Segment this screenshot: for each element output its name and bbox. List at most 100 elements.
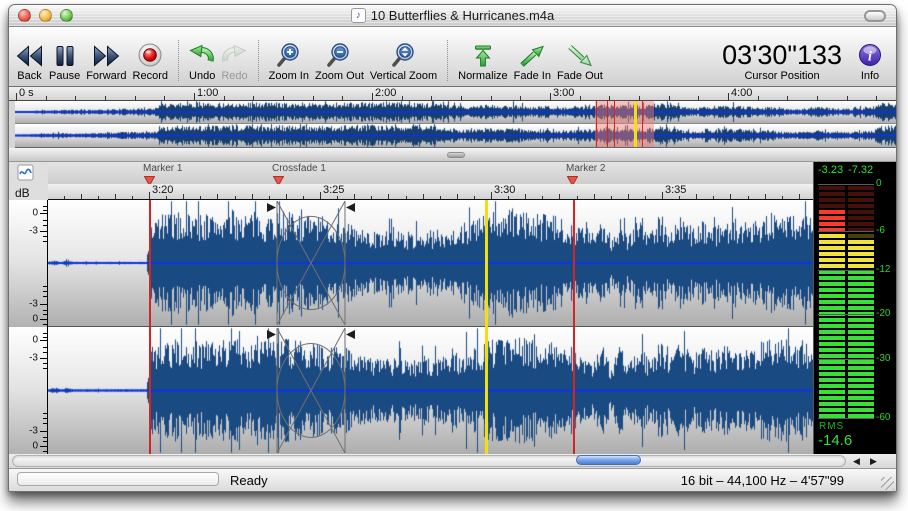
overview-channel-2-canvas[interactable] (15, 124, 896, 147)
meter-led (819, 288, 845, 292)
ruler-tick (876, 96, 877, 100)
meter-led (848, 192, 874, 196)
zoom-in-button[interactable]: Zoom In (269, 37, 309, 82)
ruler-tick (217, 194, 218, 199)
meter-led (848, 348, 874, 352)
ruler-label: 3:00 (553, 87, 574, 99)
ruler-tick (235, 196, 236, 199)
meter-led (819, 234, 845, 238)
db-scale-label: 0 (32, 208, 38, 219)
document-icon[interactable] (17, 164, 34, 186)
meter-led (819, 318, 845, 322)
ruler-tick (474, 196, 475, 199)
ruler-tick (75, 96, 76, 100)
overview-time-ruler[interactable]: 0 s1:002:003:004:00 (9, 87, 896, 101)
info-icon: i (857, 37, 883, 70)
ruler-tick (669, 96, 670, 100)
meter-led (819, 300, 845, 304)
ruler-tick (253, 96, 254, 100)
db-scale-tick (40, 319, 47, 320)
vertical-zoom-button[interactable]: Vertical Zoom (370, 37, 437, 82)
ruler-label: 4:00 (731, 87, 752, 99)
ruler-tick (135, 96, 136, 100)
ruler-tick (847, 96, 848, 100)
meter-led (848, 234, 874, 238)
meter-led (819, 246, 845, 250)
scroll-left-button[interactable]: ◀ (848, 454, 865, 469)
meter-led (819, 342, 845, 346)
close-button[interactable] (18, 9, 31, 22)
db-scale-tick (40, 358, 47, 359)
ruler-label: 1:00 (197, 87, 218, 99)
ruler-tick (166, 196, 167, 199)
toolbar: BackPauseForwardRecord UndoRedo Zoom In Zoo… (9, 27, 896, 87)
overview-channel-1-canvas[interactable] (15, 101, 896, 124)
fade-in-button[interactable]: Fade In (514, 37, 551, 82)
fade-out-button[interactable]: Fade Out (557, 37, 603, 82)
overview-waveform[interactable] (15, 101, 896, 148)
meter-scale-label: 0 (876, 178, 882, 189)
scrollbar-thumb[interactable] (576, 455, 641, 465)
toolbar-item-label: Zoom In (269, 70, 309, 82)
ruler-tick (16, 93, 17, 100)
forward-button[interactable]: Forward (86, 37, 126, 82)
ruler-tick (639, 96, 640, 100)
ruler-tick (149, 192, 150, 199)
horizontal-scrollbar[interactable]: ◀ ▶ (9, 454, 896, 469)
toolbar-toggle-button[interactable] (864, 10, 886, 22)
meter-led (819, 264, 845, 268)
cursor-position-display: 03'30"133 Cursor Position (722, 40, 842, 82)
meter-led (848, 324, 874, 328)
scrollbar-track[interactable] (12, 455, 846, 467)
ruler-label: 3:25 (323, 184, 344, 196)
screenshot-root: ♪ 10 Butterflies & Hurricanes.m4a BackPa… (0, 0, 908, 511)
pane-divider (9, 148, 896, 162)
editor-time-ruler[interactable]: 3:203:253:303:35 (48, 184, 813, 200)
waveform-editor[interactable] (48, 200, 813, 454)
zoom-out-button[interactable]: Zoom Out (315, 37, 364, 82)
normalize-button[interactable]: Normalize (458, 37, 508, 82)
normalize-arrow-icon (471, 37, 495, 70)
waveform-channel-1-canvas[interactable] (48, 200, 813, 327)
meter-led (819, 204, 845, 208)
pause-icon (55, 37, 75, 70)
db-scale: 0-3-300-3-30 (9, 200, 48, 454)
info-button[interactable]: i Info (857, 37, 883, 82)
ruler-tick (520, 96, 521, 100)
meter-led (819, 282, 845, 286)
undo-button[interactable]: Undo (189, 37, 215, 82)
resize-grip[interactable] (881, 477, 894, 490)
db-scale-tick (40, 431, 47, 432)
undo-arrow-icon (189, 37, 215, 70)
ruler-tick (372, 93, 373, 100)
traffic-lights (18, 9, 73, 22)
ruler-tick (817, 96, 818, 100)
redo-button[interactable]: Redo (221, 37, 247, 82)
meter-led (819, 324, 845, 328)
meter-scale-tick (818, 418, 874, 419)
ruler-tick (337, 196, 338, 199)
marker-bar[interactable]: Marker 1Crossfade 1Marker 2 (48, 162, 813, 184)
toolbar-item-label: Fade Out (557, 70, 603, 82)
meter-led (819, 198, 845, 202)
zoom-window-button[interactable] (60, 9, 73, 22)
db-scale-column: dB 0-3-300-3-30 (9, 162, 48, 454)
minimize-button[interactable] (39, 9, 52, 22)
db-scale-label: 0 (32, 314, 38, 325)
editor-row: dB 0-3-300-3-30 Marker 1Crossfade 1Marke… (9, 162, 896, 454)
ruler-tick (611, 196, 612, 199)
ruler-tick (431, 96, 432, 100)
pause-button[interactable]: Pause (49, 37, 80, 82)
back-button[interactable]: Back (16, 37, 43, 82)
meter-scale-tick (818, 231, 874, 232)
divider-grip-handle[interactable] (447, 152, 465, 158)
meter-scale-label: -60 (876, 412, 890, 423)
scroll-right-button[interactable]: ▶ (865, 454, 882, 469)
meter-led (848, 222, 874, 226)
title-bar[interactable]: ♪ 10 Butterflies & Hurricanes.m4a (9, 5, 896, 27)
waveform-channel-2-canvas[interactable] (48, 327, 813, 454)
ruler-tick (577, 196, 578, 199)
window-title: ♪ 10 Butterflies & Hurricanes.m4a (9, 8, 896, 23)
rms-value: -14.6 (818, 432, 852, 449)
record-button[interactable]: Record (133, 37, 168, 82)
